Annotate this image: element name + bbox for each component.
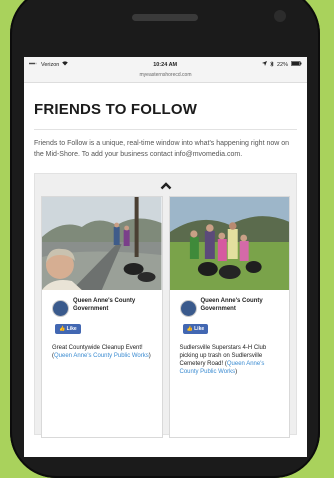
bluetooth-icon	[270, 60, 274, 69]
profile-name[interactable]: Queen Anne's County Government	[201, 298, 284, 317]
social-feed-widget: Queen Anne's County Government 👍 Like Gr…	[34, 173, 297, 438]
thumbs-up-icon: 👍	[186, 326, 193, 332]
post-text: Great Countywide Cleanup Event! (Queen A…	[52, 345, 151, 359]
avatar[interactable]	[52, 300, 69, 317]
like-button[interactable]: 👍 Like	[55, 324, 81, 334]
page-description: Friends to Follow is a unique, real-time…	[34, 140, 290, 158]
post-link[interactable]: Queen Anne's County Public Works	[54, 353, 149, 359]
profile-name[interactable]: Queen Anne's County Government	[73, 298, 156, 317]
phone-camera	[274, 10, 286, 22]
phone-frame: Verizon 10:24 AM 22% myeasternshorecd.co	[10, 0, 320, 478]
battery-percent: 22%	[276, 61, 288, 68]
chevron-up-icon[interactable]	[160, 179, 172, 193]
page-title: FRIENDS TO FOLLOW	[34, 101, 198, 118]
like-button[interactable]: 👍 Like	[182, 324, 209, 334]
feed-card[interactable]: Queen Anne's County Government 👍 Like Su…	[168, 196, 290, 438]
feed-card[interactable]: Queen Anne's County Government 👍 Like Gr…	[41, 196, 163, 438]
status-bar: Verizon 10:24 AM 22%	[24, 57, 307, 72]
thumbs-up-icon: 👍	[59, 326, 66, 332]
carrier-label: Verizon	[41, 61, 60, 68]
like-label: Like	[66, 326, 77, 332]
like-label: Like	[194, 326, 205, 332]
location-icon	[261, 61, 267, 68]
battery-icon	[290, 61, 302, 68]
phone-screen: Verizon 10:24 AM 22% myeasternshorecd.co	[24, 57, 307, 457]
post-text: Sudlersville Superstars 4-H Club picking…	[179, 345, 267, 375]
post-photo-kids-cleanup[interactable]	[169, 197, 289, 290]
post-photo-selfie-road-cleanup[interactable]	[42, 197, 162, 290]
avatar[interactable]	[179, 300, 197, 317]
wifi-icon	[62, 61, 69, 68]
url-bar[interactable]: myeasternshorecd.com	[24, 72, 307, 83]
signal-icon	[29, 61, 38, 68]
clock: 10:24 AM	[153, 61, 178, 68]
phone-speaker	[132, 14, 198, 21]
divider	[34, 129, 297, 130]
